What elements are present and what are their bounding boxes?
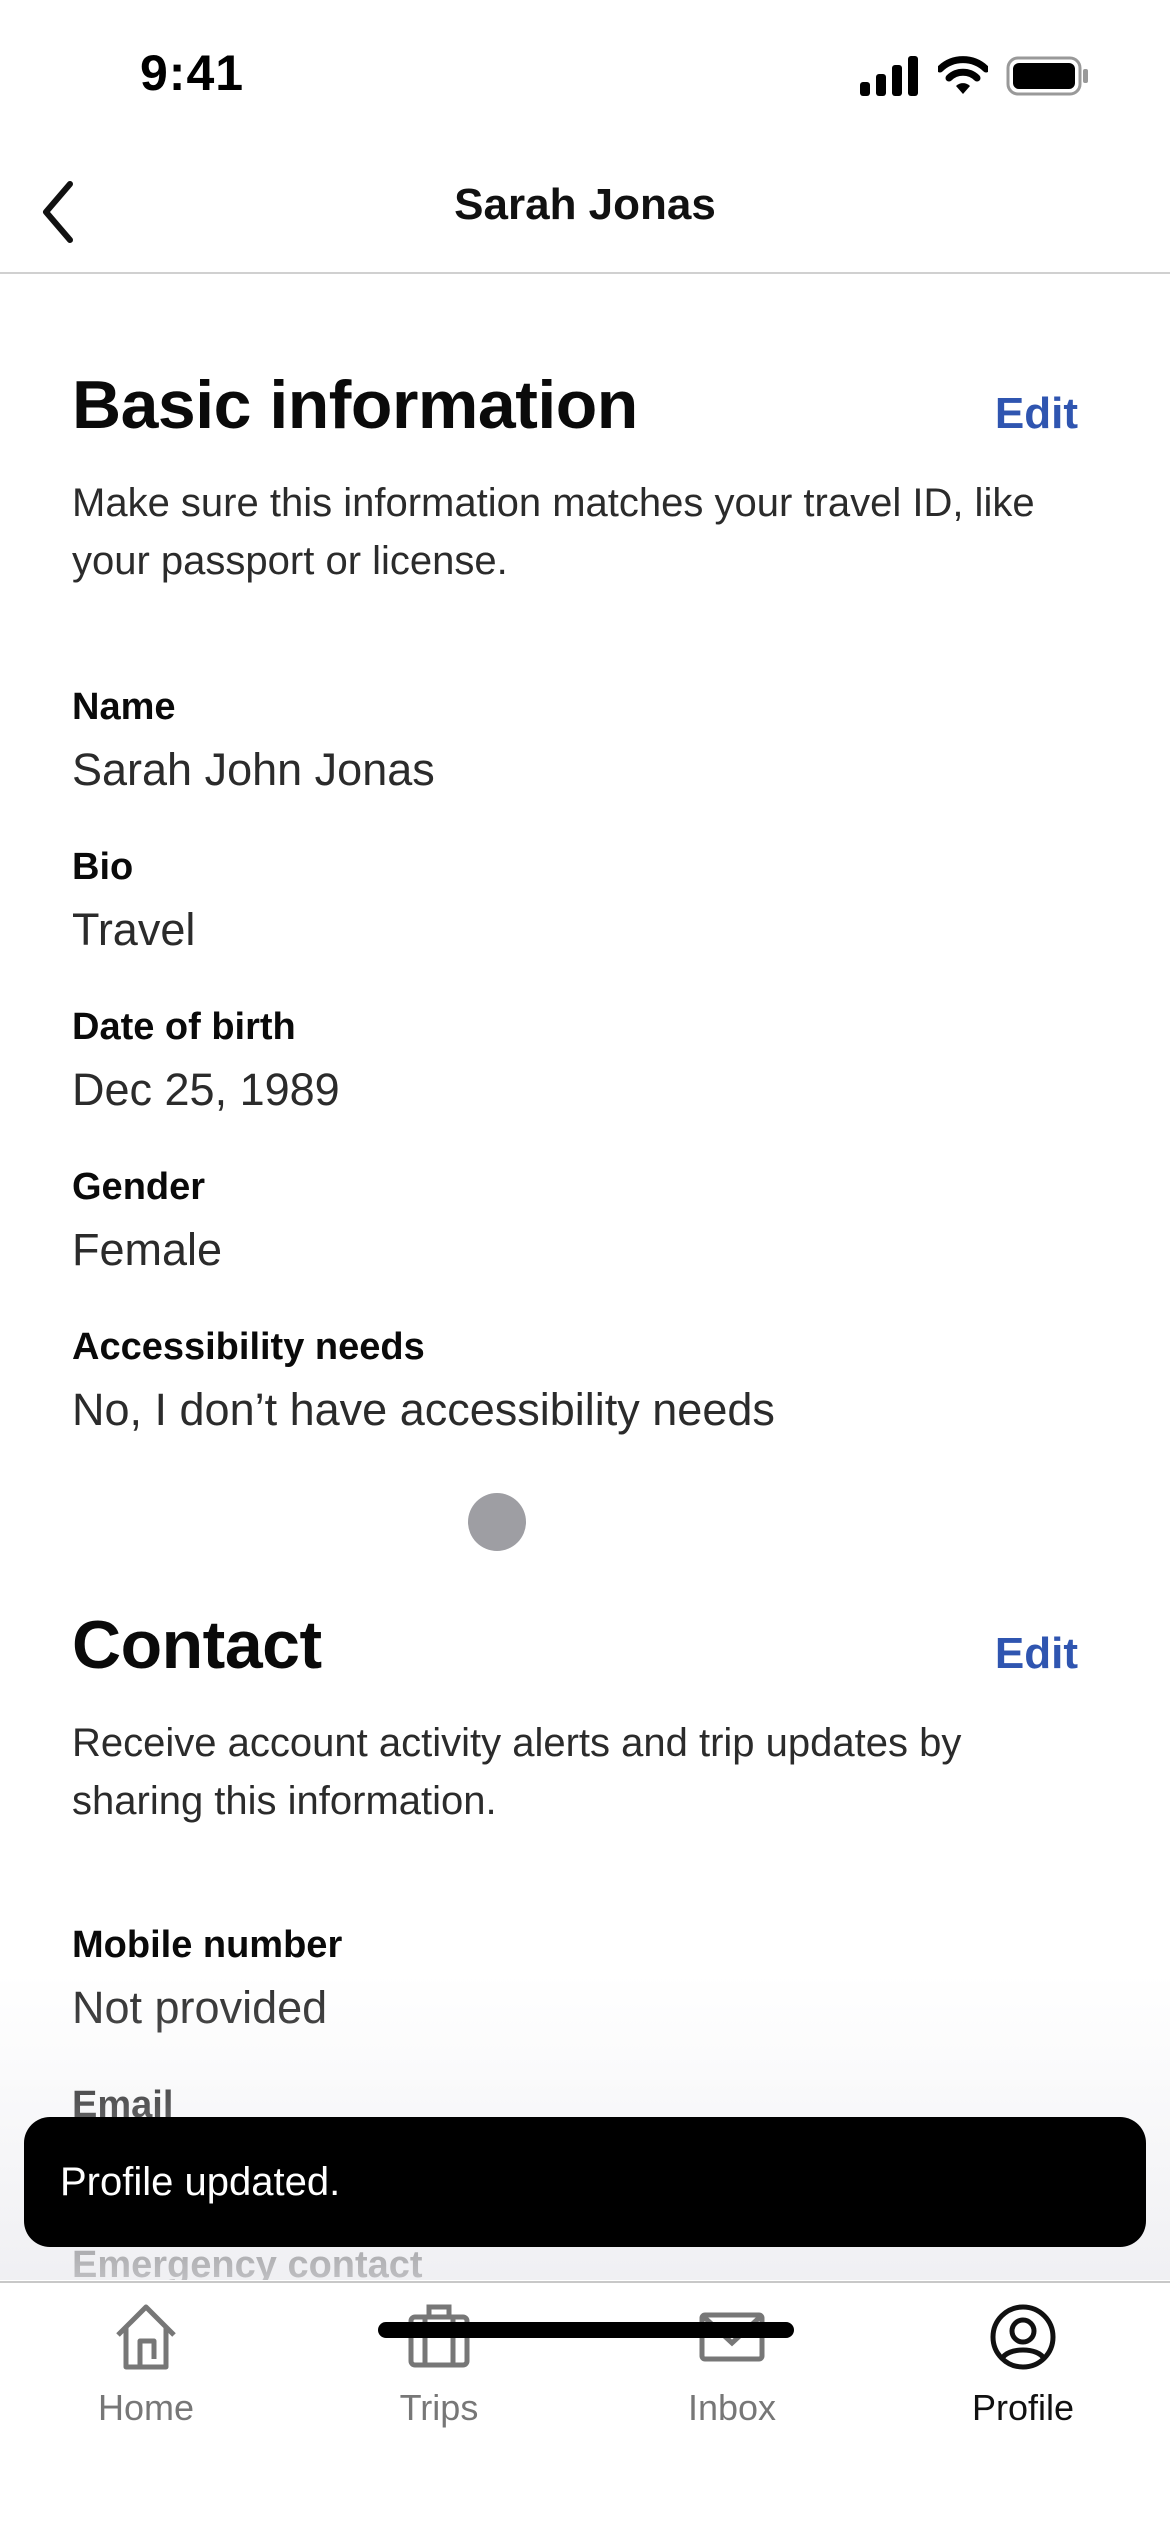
field-value: Not provided (72, 1982, 328, 2033)
tab-label: Trips (399, 2387, 479, 2428)
basic-info-description: Make sure this information matches your … (72, 481, 1035, 583)
field-gender: Gender Female (72, 1164, 1072, 1280)
basic-info-edit-button[interactable]: Edit (995, 389, 1078, 439)
tab-trips[interactable]: Trips (339, 2301, 539, 2429)
tab-profile[interactable]: Profile (923, 2301, 1123, 2429)
contact-edit-button[interactable]: Edit (995, 1629, 1078, 1679)
field-label: Date of birth (72, 1006, 296, 1048)
status-bar: 9:41 (0, 0, 1170, 150)
home-icon (116, 2304, 176, 2370)
battery-icon (1006, 56, 1088, 96)
basic-info-title: Basic information (72, 367, 638, 443)
profile-icon (990, 2304, 1056, 2370)
contact-header: Contact Edit (72, 1606, 1098, 1684)
profile-content[interactable]: Basic information Edit Make sure this in… (0, 274, 1170, 2280)
field-label: Bio (72, 846, 134, 888)
basic-info-header: Basic information Edit (72, 366, 1098, 444)
field-value: Female (72, 1224, 223, 1275)
status-icons (860, 56, 1090, 96)
field-bio: Bio Travel (72, 844, 1072, 960)
field-emergency-contact: Emergency contact (72, 2242, 1072, 2280)
status-time: 9:41 (140, 45, 245, 101)
field-date-of-birth: Date of birth Dec 25, 1989 (72, 1004, 1072, 1120)
cellular-signal-icon (860, 56, 918, 96)
tab-label: Home (97, 2387, 195, 2428)
touch-indicator (468, 1493, 526, 1551)
field-label: Mobile number (72, 1924, 343, 1966)
field-value: Sarah John Jonas (72, 744, 435, 795)
field-label: Accessibility needs (72, 1326, 425, 1368)
page-title: Sarah Jonas (454, 180, 716, 229)
wifi-icon (938, 56, 988, 94)
tab-home[interactable]: Home (46, 2301, 246, 2429)
field-value: Travel (72, 904, 196, 955)
tab-label: Inbox (687, 2387, 777, 2428)
field-label: Emergency contact (72, 2244, 423, 2280)
contact-title: Contact (72, 1607, 322, 1683)
toast-message: Profile updated. (60, 2159, 341, 2204)
tab-inbox[interactable]: Inbox (632, 2301, 832, 2429)
toast-notification: Profile updated. (24, 2117, 1146, 2247)
field-label: Gender (72, 1166, 206, 1208)
contact-description: Receive account activity alerts and trip… (72, 1721, 962, 1823)
field-mobile-number: Mobile number Not provided (72, 1922, 1072, 2038)
field-value: No, I don’t have accessibility needs (72, 1384, 775, 1435)
field-name: Name Sarah John Jonas (72, 684, 1072, 800)
field-accessibility-needs: Accessibility needs No, I don’t have acc… (72, 1324, 1072, 1440)
home-indicator[interactable] (378, 2322, 794, 2338)
field-label: Name (72, 686, 176, 728)
tab-label: Profile (971, 2387, 1075, 2428)
navigation-bar: Sarah Jonas (0, 150, 1170, 274)
tab-bar: Home Trips Inbox Profile (0, 2281, 1170, 2534)
field-value: Dec 25, 1989 (72, 1064, 340, 1115)
